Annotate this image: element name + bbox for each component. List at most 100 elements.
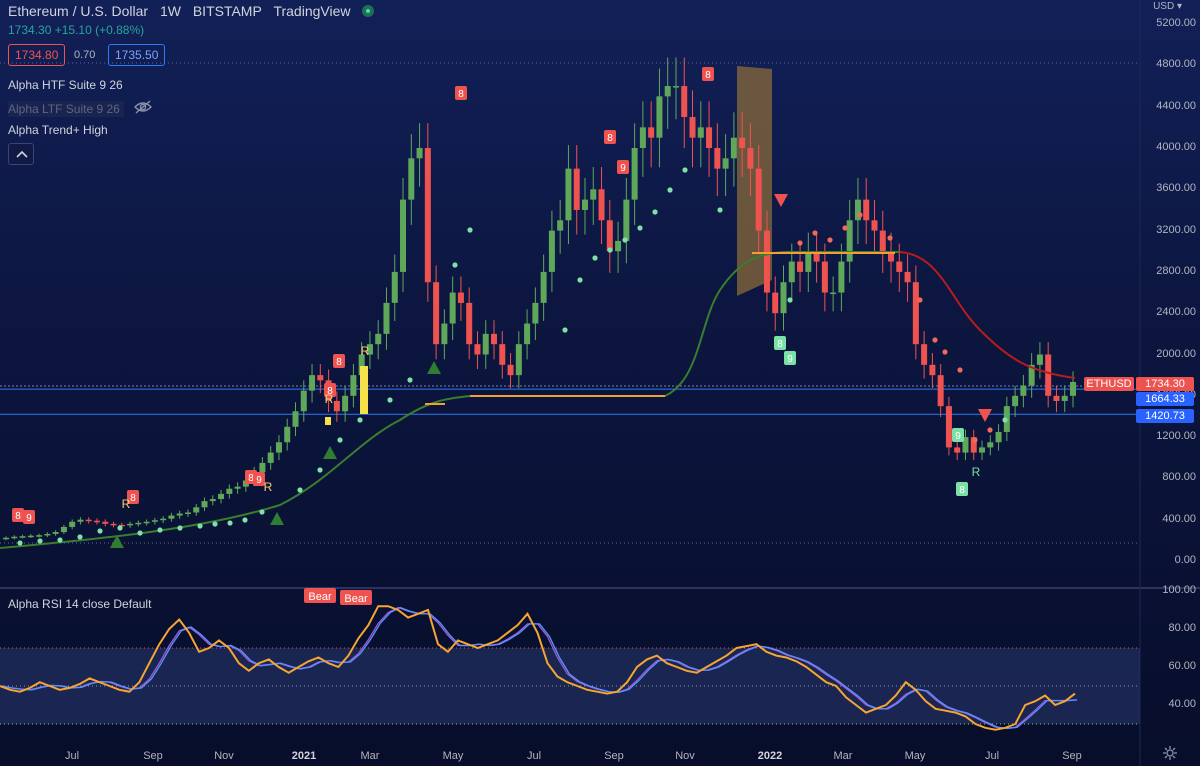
time-axis-label: Nov bbox=[214, 750, 234, 762]
buy-triangle-icon bbox=[427, 361, 441, 374]
sell-triangle-icon bbox=[774, 194, 788, 207]
candle-body bbox=[193, 507, 200, 513]
time-axis-label: 2021 bbox=[291, 750, 317, 762]
count-9-marker-text: 9 bbox=[256, 475, 262, 486]
candle-body bbox=[1053, 395, 1060, 401]
candle-body bbox=[3, 537, 9, 540]
candle-body bbox=[176, 513, 183, 516]
trend-dot bbox=[857, 212, 863, 218]
currency-label[interactable]: USD ▾ bbox=[1153, 1, 1182, 12]
candle-body bbox=[226, 488, 233, 494]
symbol-header[interactable]: Ethereum / U.S. Dollar 1W BITSTAMP Tradi… bbox=[8, 3, 382, 19]
candle-body bbox=[491, 333, 498, 345]
candle-body bbox=[317, 375, 324, 381]
candle-body bbox=[466, 302, 473, 345]
candle-body bbox=[209, 499, 216, 502]
count-9-bull-marker-text: 9 bbox=[787, 354, 793, 365]
candle-body bbox=[631, 148, 638, 200]
indicator-ltf-suite[interactable]: Alpha LTF Suite 9 26 bbox=[8, 101, 124, 117]
time-axis-label: Jul bbox=[526, 750, 542, 762]
candle-body bbox=[424, 148, 431, 283]
candle-body bbox=[110, 523, 117, 526]
rsi-group: Bear Bear bbox=[0, 588, 1140, 731]
time-axis-label: Sep bbox=[604, 750, 624, 762]
reversal-label: R bbox=[264, 480, 273, 494]
trend-dot bbox=[987, 427, 993, 433]
candle-body bbox=[1061, 395, 1068, 401]
exchange-label: BITSTAMP bbox=[192, 3, 262, 19]
candle-body bbox=[383, 302, 390, 334]
candle-body bbox=[375, 333, 382, 345]
buy-button[interactable]: 1735.50 bbox=[108, 44, 166, 66]
reversal-label: R bbox=[361, 344, 370, 358]
candle-body bbox=[904, 271, 911, 283]
collapse-legend-button[interactable] bbox=[8, 143, 34, 165]
bear-marker-text: Bear bbox=[344, 593, 368, 605]
trend-dot bbox=[297, 487, 303, 493]
trend-dot bbox=[157, 527, 163, 533]
candle-body bbox=[102, 521, 109, 524]
symbol-name[interactable]: Ethereum / U.S. Dollar bbox=[8, 3, 148, 19]
candle-body bbox=[1020, 385, 1027, 396]
candle-body bbox=[52, 532, 59, 534]
count-8-marker-text: 8 bbox=[336, 357, 342, 368]
candle-body bbox=[44, 533, 51, 536]
trend-dot bbox=[812, 230, 818, 236]
reversal-label: R bbox=[122, 497, 131, 511]
trend-dot bbox=[357, 417, 363, 423]
trend-dot bbox=[717, 207, 723, 213]
candle-body bbox=[656, 96, 663, 138]
trend-dot bbox=[942, 349, 948, 355]
candle-body bbox=[788, 261, 795, 283]
candle-body bbox=[896, 261, 903, 272]
interval-label[interactable]: 1W bbox=[160, 3, 181, 19]
candles-group bbox=[3, 57, 1076, 541]
symbol-tag: ETHUSD bbox=[1084, 377, 1134, 391]
candle-body bbox=[954, 447, 961, 453]
eye-hidden-icon[interactable] bbox=[132, 98, 154, 116]
candle-body bbox=[36, 535, 43, 537]
candle-body bbox=[697, 127, 704, 138]
level-tag-1664: 1664.33 bbox=[1136, 392, 1194, 406]
price-chart-canvas[interactable]: 888888889998899RRRRRBear Bear bbox=[0, 0, 1200, 766]
buy-triangle-icon bbox=[323, 446, 337, 459]
candle-body bbox=[408, 158, 415, 200]
candle-body bbox=[184, 512, 191, 514]
last-price-tag: 1734.30 bbox=[1136, 377, 1194, 391]
trend-dots-group bbox=[17, 167, 1008, 546]
price-axis-label: 3600.00 bbox=[1156, 182, 1196, 195]
candle-body bbox=[60, 526, 67, 533]
candle-body bbox=[1036, 354, 1043, 365]
price-axis-label: 2800.00 bbox=[1156, 264, 1196, 277]
indicator-htf-suite[interactable]: Alpha HTF Suite 9 26 bbox=[8, 78, 123, 92]
trend-dot bbox=[957, 367, 963, 373]
candle-body bbox=[540, 271, 547, 303]
rsi-indicator-title[interactable]: Alpha RSI 14 close Default bbox=[8, 597, 151, 611]
trend-dot bbox=[972, 437, 978, 443]
candle-body bbox=[747, 148, 754, 169]
price-axis-label: 5200.00 bbox=[1156, 17, 1196, 30]
candle-body bbox=[77, 519, 84, 522]
trend-dot bbox=[242, 517, 248, 523]
candle-body bbox=[929, 364, 936, 376]
trend-dot bbox=[787, 297, 793, 303]
candle-body bbox=[606, 220, 613, 252]
candle-body bbox=[714, 148, 721, 169]
trend-dot bbox=[682, 167, 688, 173]
indicator-trend-plus[interactable]: Alpha Trend+ High bbox=[8, 123, 108, 137]
candle-body bbox=[160, 518, 167, 521]
count-8-marker-text: 8 bbox=[15, 511, 21, 522]
price-axis-label: 800.00 bbox=[1162, 471, 1196, 484]
candle-body bbox=[912, 282, 919, 345]
price-axis-label: 4400.00 bbox=[1156, 99, 1196, 112]
count-9-marker-text: 9 bbox=[620, 163, 626, 174]
candle-body bbox=[391, 271, 398, 303]
sell-button[interactable]: 1734.80 bbox=[8, 44, 66, 66]
candle-body bbox=[879, 230, 886, 252]
reversal-label: R bbox=[972, 465, 981, 479]
candle-body bbox=[805, 251, 812, 272]
trend-dot bbox=[452, 262, 458, 268]
settings-gear-icon[interactable] bbox=[1162, 745, 1178, 761]
count-8-marker-text: 8 bbox=[705, 70, 711, 81]
candle-body bbox=[681, 86, 688, 118]
